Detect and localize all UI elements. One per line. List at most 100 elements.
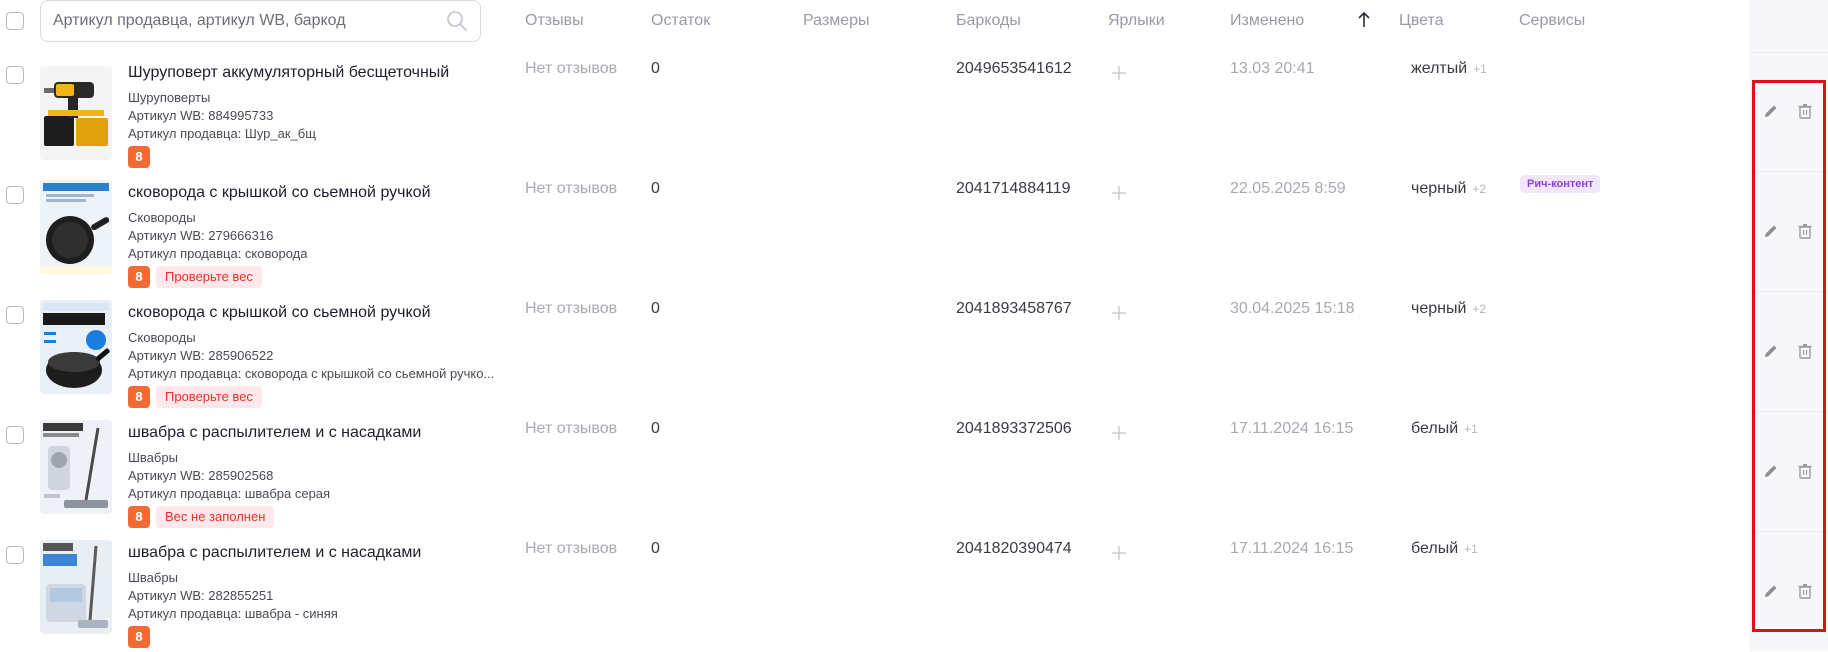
spray-mop-image: [40, 420, 112, 514]
add-label-icon[interactable]: [1110, 64, 1128, 82]
stock-value: 0: [651, 540, 660, 557]
color-name: черный: [1411, 180, 1467, 197]
product-title[interactable]: швабра с распылителем и с насадками: [128, 424, 421, 442]
row-checkbox[interactable]: [6, 66, 24, 84]
changed-date: 30.04.2025 15:18: [1230, 300, 1355, 317]
color-extra-count[interactable]: +1: [1464, 542, 1478, 556]
actions-highlight-box: [1752, 80, 1826, 632]
stock-value: 0: [651, 180, 660, 197]
product-title[interactable]: сковорода с крышкой со сьемной ручкой: [128, 184, 431, 202]
column-header-changed[interactable]: Изменено: [1230, 12, 1304, 30]
color-name: белый: [1411, 420, 1459, 437]
product-image[interactable]: [40, 66, 112, 160]
service-chip[interactable]: Рич-контент: [1520, 175, 1601, 193]
wb-article: Артикул WB: 884995733: [128, 108, 274, 123]
wb-article: Артикул WB: 285902568: [128, 468, 274, 483]
frying-pan-image: [40, 180, 112, 274]
color-value: белый +1: [1411, 540, 1478, 558]
product-image[interactable]: [40, 180, 112, 274]
color-extra-count[interactable]: +1: [1473, 62, 1487, 76]
table-row[interactable]: швабра с распылителем и с насадками Шваб…: [0, 532, 1812, 652]
barcode-value: 2041820390474: [956, 540, 1072, 557]
product-title[interactable]: Шуруповерт аккумуляторный бесщеточный: [128, 64, 449, 82]
search-box[interactable]: [40, 0, 481, 42]
barcode-value: 2041893458767: [956, 300, 1072, 317]
reviews-value: Нет отзывов: [525, 420, 618, 437]
rating-badge: 8: [128, 506, 150, 528]
column-header-colors[interactable]: Цвета: [1399, 12, 1444, 30]
color-value: черный +2: [1411, 180, 1486, 198]
color-extra-count[interactable]: +2: [1472, 302, 1486, 316]
drill-image: [40, 66, 112, 160]
table-row[interactable]: сковорода с крышкой со сьемной ручкой Ск…: [0, 292, 1812, 412]
divider: [1751, 52, 1828, 53]
product-category: Швабры: [128, 570, 178, 585]
search-input[interactable]: [53, 9, 423, 33]
product-image[interactable]: [40, 540, 112, 634]
stock-value: 0: [651, 300, 660, 317]
product-image[interactable]: [40, 300, 112, 394]
product-title[interactable]: сковорода с крышкой со сьемной ручкой: [128, 304, 431, 322]
product-category: Швабры: [128, 450, 178, 465]
column-header-sizes[interactable]: Размеры: [803, 12, 870, 30]
reviews-value: Нет отзывов: [525, 60, 618, 77]
deep-pan-image: [40, 300, 112, 394]
wb-article: Артикул WB: 279666316: [128, 228, 274, 243]
reviews-value: Нет отзывов: [525, 300, 618, 317]
row-checkbox[interactable]: [6, 546, 24, 564]
changed-date: 17.11.2024 16:15: [1230, 420, 1354, 437]
weight-warning-badge[interactable]: Вес не заполнен: [156, 506, 275, 528]
stock-value: 0: [651, 60, 660, 77]
product-category: Сковороды: [128, 330, 196, 345]
product-category: Сковороды: [128, 210, 196, 225]
column-header-labels[interactable]: Ярлыки: [1108, 12, 1165, 30]
column-header-services[interactable]: Сервисы: [1519, 12, 1585, 30]
wb-article: Артикул WB: 285906522: [128, 348, 274, 363]
rating-badge: 8: [128, 386, 150, 408]
seller-article: Артикул продавца: швабра - синяя: [128, 606, 338, 621]
color-name: белый: [1411, 540, 1459, 557]
weight-warning-badge[interactable]: Проверьте вес: [156, 266, 262, 288]
product-category: Шуруповерты: [128, 90, 211, 105]
row-checkbox[interactable]: [6, 306, 24, 324]
add-label-icon[interactable]: [1110, 544, 1128, 562]
wb-article: Артикул WB: 282855251: [128, 588, 274, 603]
rating-badge: 8: [128, 626, 150, 648]
select-all-checkbox[interactable]: [6, 12, 24, 30]
changed-date: 17.11.2024 16:15: [1230, 540, 1354, 557]
seller-article: Артикул продавца: Шур_ак_бщ: [128, 126, 316, 141]
color-name: черный: [1411, 300, 1467, 317]
table-row[interactable]: швабра с распылителем и с насадками Шваб…: [0, 412, 1812, 532]
column-header-stock[interactable]: Остаток: [651, 12, 710, 30]
barcode-value: 2041893372506: [956, 420, 1072, 437]
barcode-value: 2049653541612: [956, 60, 1072, 77]
seller-article: Артикул продавца: сковорода с крышкой со…: [128, 366, 495, 381]
stock-value: 0: [651, 420, 660, 437]
product-title[interactable]: швабра с распылителем и с насадками: [128, 544, 421, 562]
column-header-reviews[interactable]: Отзывы: [525, 12, 584, 30]
changed-date: 13.03 20:41: [1230, 60, 1315, 77]
column-header-barcodes[interactable]: Баркоды: [956, 12, 1021, 30]
color-value: черный +2: [1411, 300, 1486, 318]
row-checkbox[interactable]: [6, 186, 24, 204]
table-row[interactable]: сковорода с крышкой со сьемной ручкой Ск…: [0, 172, 1812, 292]
product-image[interactable]: [40, 420, 112, 514]
color-value: белый +1: [1411, 420, 1478, 438]
seller-article: Артикул продавца: швабра серая: [128, 486, 331, 501]
search-icon[interactable]: [446, 10, 468, 32]
rating-badge: 8: [128, 266, 150, 288]
add-label-icon[interactable]: [1110, 424, 1128, 442]
add-label-icon[interactable]: [1110, 304, 1128, 322]
color-extra-count[interactable]: +2: [1472, 182, 1486, 196]
weight-warning-badge[interactable]: Проверьте вес: [156, 386, 262, 408]
reviews-value: Нет отзывов: [525, 180, 618, 197]
row-checkbox[interactable]: [6, 426, 24, 444]
changed-date: 22.05.2025 8:59: [1230, 180, 1346, 197]
table-row[interactable]: Шуруповерт аккумуляторный бесщеточный Шу…: [0, 52, 1812, 172]
color-extra-count[interactable]: +1: [1464, 422, 1478, 436]
arrow-up-icon[interactable]: [1356, 10, 1372, 30]
add-label-icon[interactable]: [1110, 184, 1128, 202]
barcode-value: 2041714884119: [956, 180, 1071, 197]
color-value: желтый +1: [1411, 60, 1487, 78]
mop-bucket-image: [40, 540, 112, 634]
